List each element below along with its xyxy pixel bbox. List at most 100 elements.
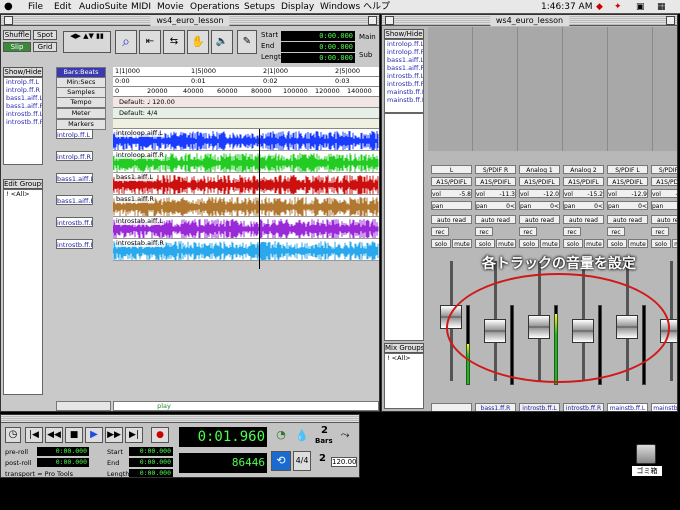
input-selector[interactable]: L <box>431 165 472 174</box>
menu-edit[interactable]: Edit <box>54 1 71 13</box>
output-selector[interactable]: A1S/PDIFL <box>475 177 516 186</box>
track-lane[interactable]: introstab.aiff.L <box>113 217 379 239</box>
mute-button[interactable]: mute <box>540 239 560 248</box>
record-enable-button[interactable]: rec <box>563 227 581 236</box>
edit-window-titlebar[interactable]: ws4_euro_lesson <box>1 15 379 26</box>
tempo-field[interactable]: 120.00 <box>331 457 357 467</box>
grid-button[interactable]: Grid <box>33 42 57 52</box>
output-selector[interactable]: A1S/PDIFL <box>651 177 677 186</box>
menu-midi[interactable]: MIDI <box>131 1 151 13</box>
return-to-zero-icon[interactable]: |◀ <box>25 427 43 443</box>
mute-button[interactable]: mute <box>628 239 648 248</box>
channel-name[interactable]: introstb.ff.L <box>519 403 560 411</box>
mix-tracks-list-item[interactable]: introlop.ff.L <box>385 40 423 48</box>
play-icon[interactable]: ▶ <box>85 427 103 443</box>
mix-tracks-list-item[interactable]: bass1.aiff.L <box>385 56 423 64</box>
output-selector[interactable]: A1S/PDIFL <box>563 177 604 186</box>
solo-button[interactable]: solo <box>563 239 583 248</box>
tempo-ruler-label[interactable]: Tempo <box>56 97 106 108</box>
close-box-icon[interactable] <box>385 16 394 25</box>
transport-end-field[interactable]: 0:00.000 <box>129 458 173 467</box>
automation-mode-button[interactable]: auto read <box>651 215 677 224</box>
online-clock-icon[interactable]: ◷ <box>5 427 21 443</box>
spot-button[interactable]: Spot <box>33 30 57 40</box>
trim-tool-icon[interactable]: ⇤ <box>139 30 161 54</box>
channel-name[interactable]: mainstb.ff.L <box>607 403 648 411</box>
transport-length-field[interactable]: 0:00.000 <box>129 469 173 477</box>
solo-button[interactable]: solo <box>475 239 495 248</box>
scrubber-tool-icon[interactable]: 🔈 <box>211 30 233 54</box>
meter-icon[interactable]: 4/4 <box>293 451 311 471</box>
input-selector[interactable]: S/PDIF L <box>607 165 648 174</box>
bars-ruler[interactable]: 1|1|000 1|5|000 2|1|000 2|5|000 <box>113 67 379 77</box>
mix-groups-button[interactable]: Mix Groups <box>384 343 424 353</box>
output-selector[interactable]: A1S/PDIFL <box>607 177 648 186</box>
menu-operations[interactable]: Operations <box>190 1 239 13</box>
edit-start-field[interactable]: 0:00.000 <box>281 31 355 41</box>
track-lane[interactable]: introloop.aiff.L <box>113 129 379 151</box>
mix-show-hide-button[interactable]: Show/Hide <box>384 29 424 39</box>
record-enable-button[interactable]: rec <box>475 227 493 236</box>
markers-ruler[interactable] <box>113 119 379 129</box>
record-enable-button[interactable]: rec <box>519 227 537 236</box>
pan-readout[interactable]: pan <box>431 201 472 210</box>
app-switcher-icon[interactable]: ▦ <box>657 1 666 13</box>
min-ruler[interactable]: 0:00 0:01 0:02 0:03 <box>113 77 379 87</box>
mute-button[interactable]: mute <box>452 239 472 248</box>
mix-tracks-list-item[interactable]: mainstb.ff.L <box>385 88 423 96</box>
pan-readout[interactable]: pan0< <box>563 201 604 210</box>
menu-display[interactable]: Display <box>281 1 314 13</box>
pencil-tool-icon[interactable]: ✎ <box>237 30 257 54</box>
close-box-icon[interactable] <box>4 16 13 25</box>
output-selector[interactable]: A1S/PDIFL <box>431 177 472 186</box>
channel-name[interactable]: mainstb.ff.R <box>651 403 677 411</box>
monitor-icon[interactable]: ▣ <box>636 1 645 13</box>
input-selector[interactable]: S/PDIF R <box>651 165 677 174</box>
zoom-box-icon[interactable] <box>368 16 377 25</box>
solo-button[interactable]: solo <box>431 239 451 248</box>
solo-button[interactable]: solo <box>651 239 671 248</box>
zoom-box-icon[interactable] <box>666 16 675 25</box>
track-name[interactable]: introlp.ff.L <box>56 129 93 139</box>
track-name[interactable]: introlp.ff.R <box>56 151 93 161</box>
menu-audiosuite[interactable]: AudioSuite <box>79 1 128 13</box>
menu-windows[interactable]: Windows <box>320 1 360 13</box>
selector-tool-icon[interactable]: ⇆ <box>163 30 185 54</box>
automation-mode-button[interactable]: auto read <box>475 215 516 224</box>
automation-mode-button[interactable]: auto read <box>607 215 648 224</box>
fast-forward-icon[interactable]: ▶▶ <box>105 427 123 443</box>
preroll-field[interactable]: 0:00.000 <box>37 447 89 456</box>
pan-readout[interactable]: pan0< <box>651 201 677 210</box>
samples-ruler[interactable]: 0 20000 40000 60000 80000 100000 120000 … <box>113 87 379 97</box>
automation-mode-button[interactable]: auto read <box>431 215 472 224</box>
menu-help[interactable]: ヘルプ <box>363 1 390 13</box>
edit-end-field[interactable]: 0:00.000 <box>281 42 355 52</box>
tracks-list-item[interactable]: introlp.ff.L <box>4 78 42 86</box>
mix-tracks-list-item[interactable]: introstb.ff.R <box>385 80 423 88</box>
status-icon[interactable]: ◆ <box>596 1 603 13</box>
volume-readout[interactable]: vol -12.0 <box>519 189 560 198</box>
transport-start-field[interactable]: 0:00.000 <box>129 447 173 456</box>
mute-button[interactable]: mute <box>672 239 677 248</box>
input-selector[interactable]: Analog 2 <box>563 165 604 174</box>
automation-mode-button[interactable]: auto read <box>563 215 604 224</box>
zoom-tool-icon[interactable]: ⌕ <box>115 30 137 54</box>
tracks-list-item[interactable]: introlp.ff.R <box>4 86 42 94</box>
conductor-icon[interactable]: ⤳ <box>335 427 355 445</box>
show-hide-button[interactable]: Show/Hide <box>3 67 43 77</box>
volume-readout[interactable]: vol -12.9 <box>607 189 648 198</box>
transport-titlebar[interactable] <box>1 415 359 423</box>
tracks-list-item[interactable]: introstb.ff.R <box>4 118 42 126</box>
meter-ruler-label[interactable]: Meter <box>56 108 106 119</box>
mute-button[interactable]: mute <box>496 239 516 248</box>
sync-icon[interactable]: ⟲ <box>271 451 291 471</box>
track-name[interactable]: bass1.aiff.L <box>56 173 93 183</box>
go-to-end-icon[interactable]: ▶| <box>125 427 143 443</box>
channel-name[interactable] <box>431 403 472 411</box>
track-lane[interactable]: introstab.aiff.R <box>113 239 379 261</box>
pan-readout[interactable]: pan0< <box>475 201 516 210</box>
countoff-icon[interactable]: 💧 <box>293 427 311 447</box>
meter-ruler[interactable]: Default: 4/4 <box>113 108 379 119</box>
pan-readout[interactable]: pan0< <box>607 201 648 210</box>
tracks-list-item[interactable]: bass1.aiff.L <box>4 94 42 102</box>
